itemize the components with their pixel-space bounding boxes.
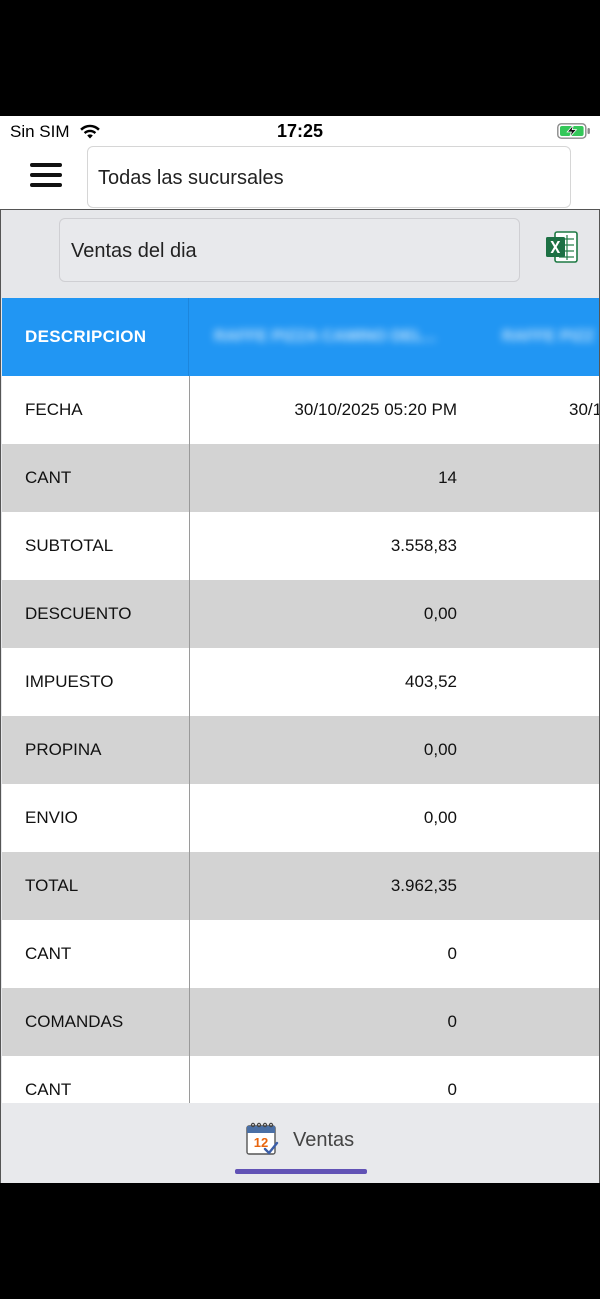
row-label: IMPUESTO: [25, 672, 114, 691]
row-value-next: [569, 1056, 599, 1103]
row-label: COMANDAS: [25, 1012, 124, 1031]
column-title: RAFFE PIZZ: [502, 328, 595, 345]
branch-select[interactable]: Todas las sucursales: [87, 146, 571, 208]
row-value: 0: [447, 1080, 457, 1099]
report-content: Ventas del dia DESCRIPCION RAFFE PIZZA C…: [0, 209, 600, 1183]
tab-ventas[interactable]: 12 Ventas: [235, 1103, 367, 1177]
header-description: DESCRIPCION: [2, 298, 189, 376]
row-value: 3.558,83: [390, 536, 457, 555]
row-label: SUBTOTAL: [25, 536, 114, 555]
row-label: DESCUENTO: [25, 604, 132, 623]
table-row: ENVIO 0,00: [2, 784, 599, 852]
menu-icon[interactable]: [28, 160, 64, 190]
row-value: 0,00: [423, 604, 457, 623]
row-value-next: [569, 580, 599, 648]
table-row: COMANDAS 0: [2, 988, 599, 1056]
row-label: CANT: [25, 1080, 72, 1099]
row-value-next: [569, 444, 599, 512]
row-label: CANT: [25, 468, 72, 487]
table-row: IMPUESTO 403,52: [2, 648, 599, 716]
row-value: 0: [447, 944, 457, 963]
status-bar: Sin SIM 17:25: [0, 116, 600, 146]
table-row: DESCUENTO 0,00: [2, 580, 599, 648]
row-value-next: [569, 920, 599, 988]
row-value-next: 30/1: [569, 400, 600, 419]
row-value-next: [569, 852, 599, 920]
row-value: 3.962,35: [390, 876, 457, 895]
row-value: 0,00: [423, 740, 457, 759]
battery-charging-icon: [557, 123, 590, 139]
calendar-number: 12: [254, 1135, 268, 1150]
row-value: 30/10/2025 05:20 PM: [294, 400, 457, 419]
row-value-next: [569, 512, 599, 580]
table-row: CANT 0: [2, 1056, 599, 1103]
calendar-icon: 12: [246, 1122, 279, 1155]
table-row: CANT 14: [2, 444, 599, 512]
row-value-next: [569, 784, 599, 852]
row-label: PROPINA: [25, 740, 102, 759]
table-row: FECHA 30/10/2025 05:20 PM 30/1: [2, 376, 600, 444]
row-value: 0,00: [423, 808, 457, 827]
column-divider: [189, 376, 190, 1103]
row-value-next: [569, 988, 599, 1056]
excel-icon[interactable]: [545, 230, 579, 264]
table-row: SUBTOTAL 3.558,83: [2, 512, 599, 580]
table-row: TOTAL 3.962,35: [2, 852, 599, 920]
row-label: TOTAL: [25, 876, 79, 895]
sales-table[interactable]: DESCRIPCION RAFFE PIZZA CAMINO DEL... RA…: [2, 298, 600, 1103]
column-title: RAFFE PIZZA CAMINO DEL...: [214, 328, 437, 345]
row-value: 403,52: [405, 672, 457, 691]
row-value-next: [569, 648, 599, 716]
row-value-next: [569, 716, 599, 784]
report-select[interactable]: Ventas del dia: [59, 218, 520, 282]
tab-ventas-label: Ventas: [293, 1129, 355, 1151]
row-label: ENVIO: [25, 808, 78, 827]
table-header: DESCRIPCION RAFFE PIZZA CAMINO DEL... RA…: [2, 298, 599, 376]
bottom-tab-bar: 12 Ventas: [1, 1103, 599, 1183]
app-header: Todas las sucursales: [0, 146, 600, 210]
phone-screen: Sin SIM 17:25 Todas las sucursales Venta…: [0, 116, 600, 1183]
table-row: PROPINA 0,00: [2, 716, 599, 784]
clock: 17:25: [276, 121, 324, 141]
row-label: CANT: [25, 944, 72, 963]
row-label: FECHA: [25, 400, 83, 419]
active-tab-indicator: [235, 1169, 367, 1174]
row-value: 14: [438, 468, 457, 487]
row-value: 0: [447, 1012, 457, 1031]
table-row: CANT 0: [2, 920, 599, 988]
